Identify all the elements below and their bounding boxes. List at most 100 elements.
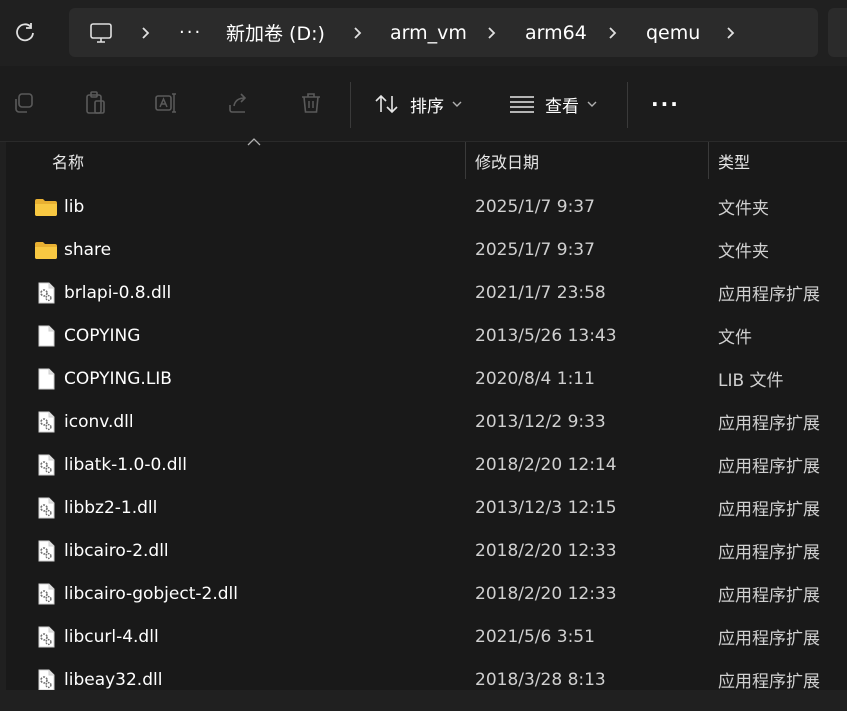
- file-row[interactable]: libeay32.dll 2018/3/28 8:13 应用程序扩展: [0, 658, 847, 690]
- address-bar-row: ··· 新加卷 (D:) arm_vm arm64 qemu: [0, 0, 847, 66]
- file-type: 应用程序扩展: [718, 457, 820, 477]
- chevron-right-icon[interactable]: [482, 23, 502, 43]
- file-type: 文件夹: [718, 242, 769, 262]
- file-row[interactable]: libcurl-4.dll 2021/5/6 3:51 应用程序扩展: [0, 615, 847, 658]
- file-row[interactable]: lib 2025/1/7 9:37 文件夹: [0, 185, 847, 228]
- dll-file-icon: [34, 410, 58, 434]
- file-name: COPYING: [64, 325, 141, 346]
- address-more-button[interactable]: ···: [179, 8, 202, 57]
- breadcrumb-arm64[interactable]: arm64: [525, 8, 587, 57]
- file-modified-date: 2018/2/20 12:33: [475, 540, 617, 561]
- rename-button[interactable]: [152, 88, 182, 118]
- dll-file-icon: [34, 668, 58, 690]
- file-modified-date: 2013/12/3 12:15: [475, 497, 617, 518]
- file-modified-date: 2018/2/20 12:14: [475, 454, 617, 475]
- rename-icon: [155, 93, 176, 113]
- file-name: libcairo-2.dll: [64, 540, 169, 561]
- file-type: 应用程序扩展: [718, 672, 820, 690]
- file-row[interactable]: brlapi-0.8.dll 2021/1/7 23:58 应用程序扩展: [0, 271, 847, 314]
- chevron-down-icon: [587, 101, 597, 107]
- file-modified-date: 2013/12/2 9:33: [475, 411, 606, 432]
- address-bar[interactable]: ··· 新加卷 (D:) arm_vm arm64 qemu: [69, 8, 818, 57]
- file-row[interactable]: COPYING 2013/5/26 13:43 文件: [0, 314, 847, 357]
- this-pc-button[interactable]: [89, 8, 113, 57]
- file-row[interactable]: libcairo-2.dll 2018/2/20 12:33 应用程序扩展: [0, 529, 847, 572]
- column-divider[interactable]: [708, 142, 709, 179]
- file-type: 应用程序扩展: [718, 500, 820, 520]
- folder-icon: [34, 238, 58, 262]
- column-header-type[interactable]: 类型: [718, 142, 750, 179]
- breadcrumb-drive-d[interactable]: 新加卷 (D:): [226, 8, 325, 57]
- breadcrumb-qemu[interactable]: qemu: [646, 8, 700, 57]
- column-header-name[interactable]: 名称: [52, 142, 84, 179]
- file-icon: [34, 324, 58, 348]
- chevron-right-icon[interactable]: [348, 23, 368, 43]
- refresh-icon: [16, 23, 34, 42]
- folder-icon: [34, 195, 58, 219]
- file-modified-date: 2018/3/28 8:13: [475, 669, 606, 690]
- dll-file-icon: [34, 539, 58, 563]
- file-type: 应用程序扩展: [718, 629, 820, 649]
- file-name: libatk-1.0-0.dll: [64, 454, 187, 475]
- delete-button[interactable]: [296, 88, 326, 118]
- column-divider[interactable]: [465, 142, 466, 179]
- sort-menu-button[interactable]: 排序: [374, 86, 462, 122]
- chevron-right-icon[interactable]: [721, 23, 741, 43]
- file-type: 应用程序扩展: [718, 543, 820, 563]
- file-type: 文件: [718, 328, 752, 348]
- file-name: libcairo-gobject-2.dll: [64, 583, 238, 604]
- share-icon: [229, 93, 247, 113]
- file-type: LIB 文件: [718, 371, 784, 391]
- dll-file-icon: [34, 496, 58, 520]
- file-type: 应用程序扩展: [718, 586, 820, 606]
- copy-icon: [15, 93, 33, 113]
- breadcrumb-arm-vm[interactable]: arm_vm: [390, 8, 467, 57]
- sort-icon: [375, 94, 398, 114]
- chevron-right-icon[interactable]: [603, 23, 623, 43]
- dll-file-icon: [34, 625, 58, 649]
- command-bar: 排序 查看 ···: [0, 66, 847, 142]
- file-icon: [34, 367, 58, 391]
- file-type: 应用程序扩展: [718, 285, 820, 305]
- file-row[interactable]: share 2025/1/7 9:37 文件夹: [0, 228, 847, 271]
- file-row[interactable]: libatk-1.0-0.dll 2018/2/20 12:14 应用程序扩展: [0, 443, 847, 486]
- search-box[interactable]: [828, 8, 847, 57]
- monitor-icon: [90, 22, 112, 43]
- view-label: 查看: [545, 96, 579, 117]
- sort-label: 排序: [410, 96, 444, 117]
- file-type: 文件夹: [718, 199, 769, 219]
- trash-icon: [302, 93, 320, 113]
- file-modified-date: 2025/1/7 9:37: [475, 196, 595, 217]
- paste-icon: [86, 91, 105, 114]
- paste-button[interactable]: [80, 88, 110, 118]
- copy-button[interactable]: [8, 88, 38, 118]
- view-list-icon: [510, 96, 534, 113]
- file-row[interactable]: libbz2-1.dll 2013/12/3 12:15 应用程序扩展: [0, 486, 847, 529]
- file-type: 应用程序扩展: [718, 414, 820, 434]
- dll-file-icon: [34, 582, 58, 606]
- file-modified-date: 2020/8/4 1:11: [475, 368, 595, 389]
- file-modified-date: 2021/5/6 3:51: [475, 626, 595, 647]
- chevron-down-icon: [452, 101, 462, 107]
- share-button[interactable]: [224, 88, 254, 118]
- file-list: lib 2025/1/7 9:37 文件夹 share 2025/1/7 9:37 文件夹…: [0, 185, 847, 690]
- chevron-right-icon[interactable]: [136, 23, 156, 43]
- status-bar: [0, 690, 847, 711]
- file-row[interactable]: COPYING.LIB 2020/8/4 1:11 LIB 文件: [0, 357, 847, 400]
- file-name: libeay32.dll: [64, 669, 163, 690]
- file-name: brlapi-0.8.dll: [64, 282, 172, 303]
- file-row[interactable]: iconv.dll 2013/12/2 9:33 应用程序扩展: [0, 400, 847, 443]
- column-header-row: 名称 修改日期 类型: [0, 142, 847, 179]
- file-row[interactable]: libcairo-gobject-2.dll 2018/2/20 12:33 应用程…: [0, 572, 847, 615]
- file-name: lib: [64, 196, 85, 217]
- file-modified-date: 2025/1/7 9:37: [475, 239, 595, 260]
- view-menu-button[interactable]: 查看: [509, 86, 597, 122]
- more-options-button[interactable]: ···: [651, 86, 680, 122]
- file-name: share: [64, 239, 112, 260]
- column-header-date[interactable]: 修改日期: [475, 142, 539, 179]
- file-name: libcurl-4.dll: [64, 626, 159, 647]
- file-modified-date: 2021/1/7 23:58: [475, 282, 606, 303]
- file-name: libbz2-1.dll: [64, 497, 158, 518]
- file-name: COPYING.LIB: [64, 368, 172, 389]
- refresh-button[interactable]: [6, 14, 44, 52]
